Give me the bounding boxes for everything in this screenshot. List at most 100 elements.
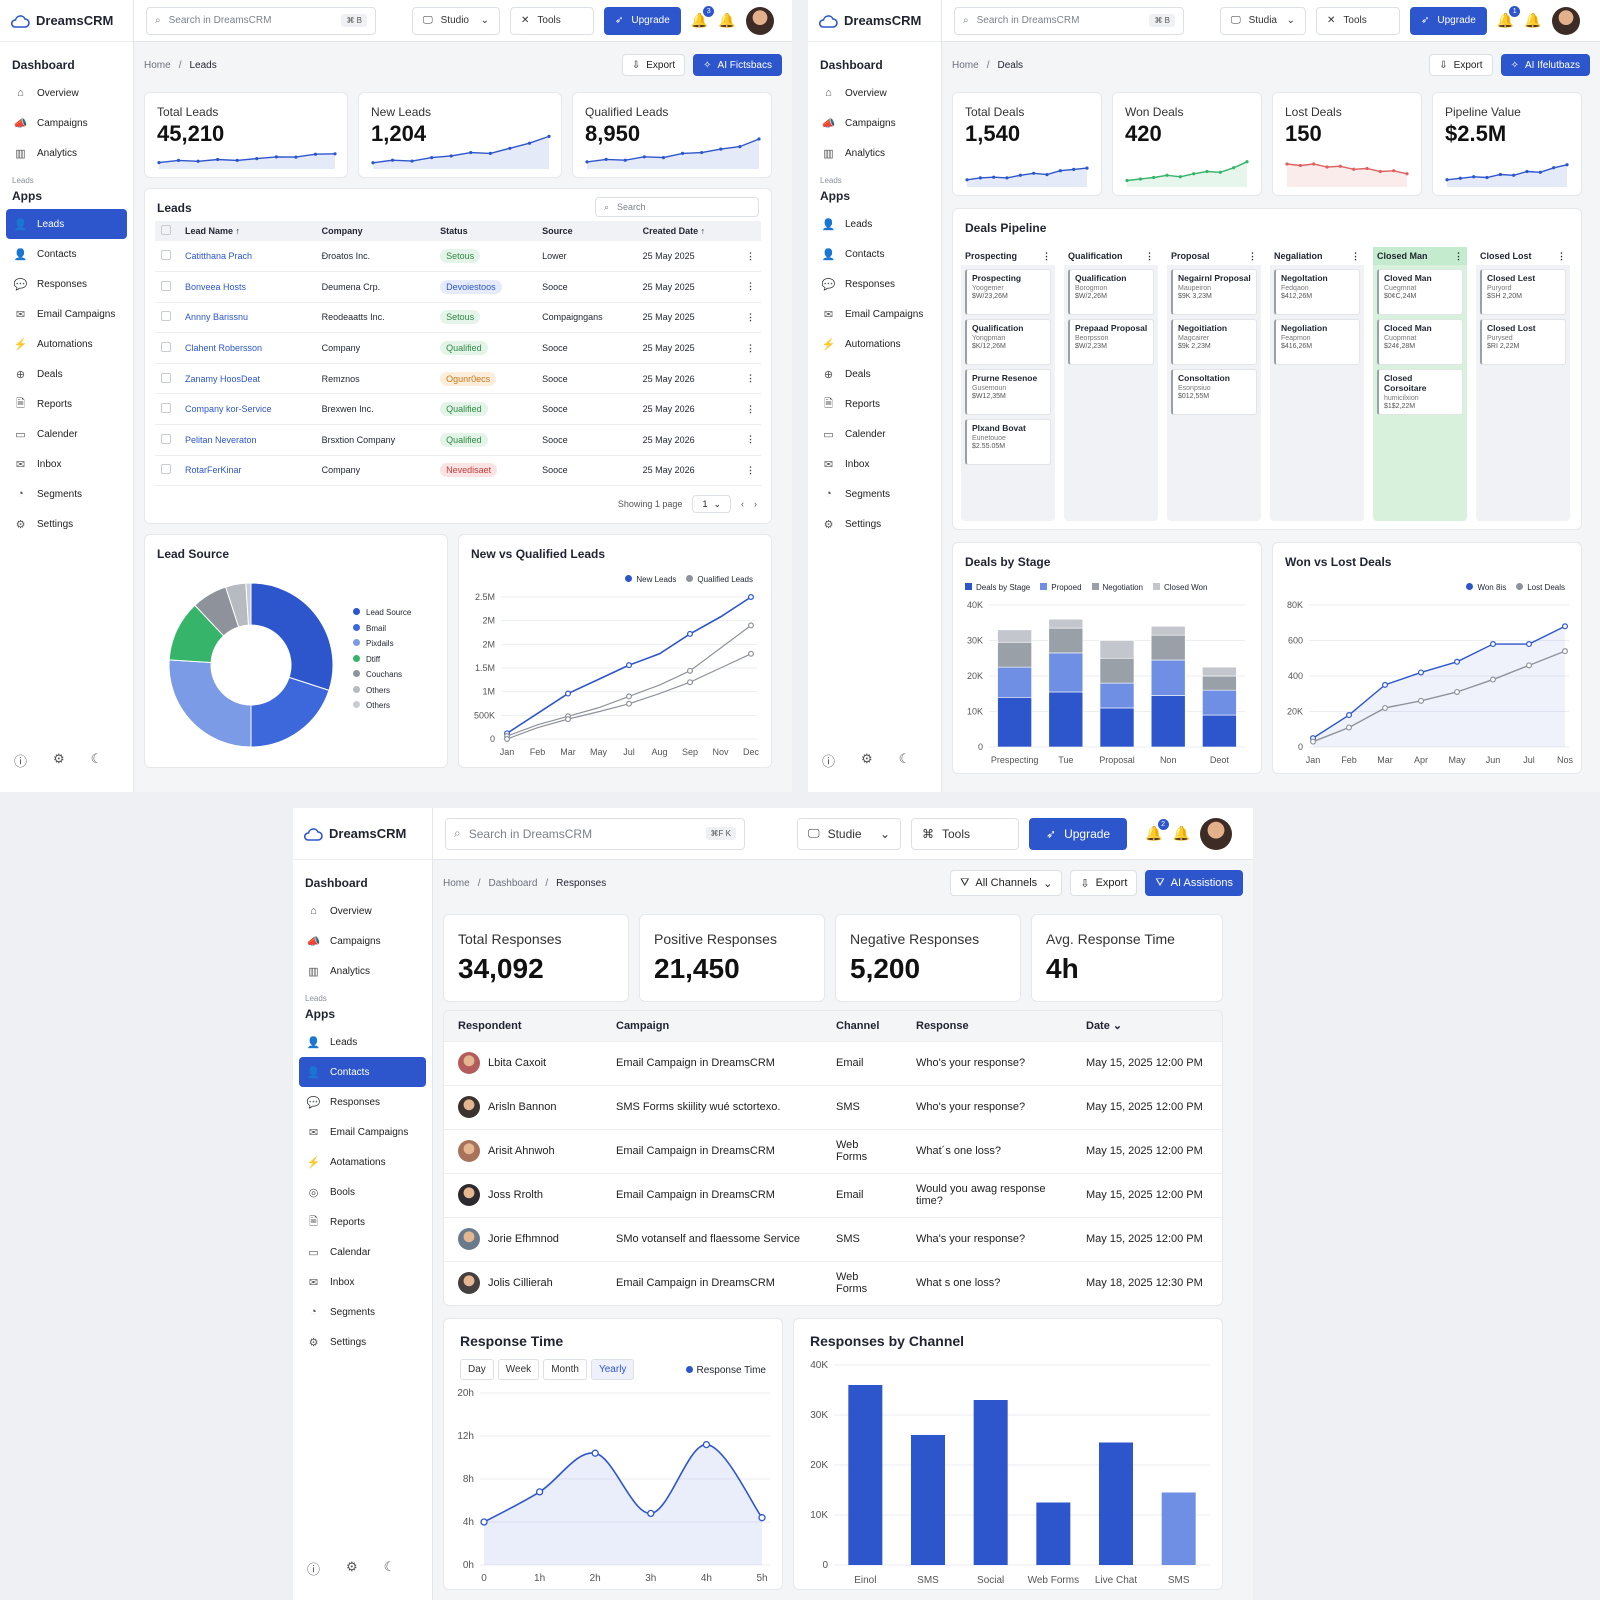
- sidebar-item-analytics[interactable]: ▥ Analytics: [6, 138, 127, 168]
- lead-name[interactable]: RotarFerKinar: [179, 455, 316, 487]
- help-icon[interactable]: ⓘ: [307, 1559, 320, 1578]
- deal-card[interactable]: Prospecting Yoogemer $W/23,26M: [965, 269, 1051, 315]
- sidebar-item-automations[interactable]: ⚡ Automations: [6, 329, 127, 359]
- respondent-name[interactable]: Joss Rrolth: [488, 1189, 543, 1201]
- tab-day[interactable]: Day: [460, 1359, 494, 1380]
- sidebar-item-calendar[interactable]: ▭ Calender: [814, 419, 935, 449]
- row-checkbox-cell[interactable]: [155, 302, 179, 334]
- more-vertical-icon[interactable]: ⋮: [740, 302, 761, 334]
- row-checkbox-cell[interactable]: [155, 363, 179, 395]
- sidebar-item-reports[interactable]: 🗎 Reports: [814, 389, 935, 419]
- more-vertical-icon[interactable]: ⋮: [740, 271, 761, 303]
- breadcrumb-home[interactable]: Home: [952, 60, 979, 71]
- brand[interactable]: DreamsCRM: [293, 808, 432, 860]
- avatar[interactable]: [745, 6, 774, 35]
- page-select[interactable]: 1 ⌄: [692, 495, 731, 513]
- sidebar-item-responses[interactable]: 💬 Responses: [814, 269, 935, 299]
- lead-name[interactable]: Zanamy HoosDeat: [179, 363, 316, 395]
- row-checkbox-cell[interactable]: [155, 424, 179, 456]
- col-created-date[interactable]: Created Date ↑: [636, 221, 740, 241]
- col-campaign[interactable]: Campaign: [602, 1011, 822, 1041]
- sidebar-item-automations[interactable]: ⚡ Automations: [814, 329, 935, 359]
- studio-select[interactable]: 🖵 Studie ⌄: [797, 817, 901, 850]
- table-row[interactable]: Arisit Ahnwoh Email Campaign in DreamsCRM…: [444, 1128, 1222, 1173]
- upgrade-button[interactable]: ➶ Upgrade: [1410, 6, 1487, 35]
- row-checkbox-cell[interactable]: [155, 241, 179, 273]
- table-row[interactable]: Catitthana Prach Ðroatos Inc. Setous Lower 2…: [155, 241, 761, 273]
- select-all-checkbox[interactable]: [155, 221, 179, 241]
- sidebar-item-deals[interactable]: ⊕ Deals: [814, 359, 935, 389]
- sidebar-item-segments[interactable]: ◔ Segments: [6, 479, 127, 509]
- respondent-name[interactable]: Arisit Ahnwoh: [488, 1145, 555, 1157]
- table-row[interactable]: Annny Barissnu Reodeaatts Inc. Setous Compa…: [155, 302, 761, 334]
- deal-card[interactable]: Plxand Bovat Eunetouoe $2.55.05M: [965, 419, 1051, 465]
- more-vertical-icon[interactable]: ⋮: [1042, 251, 1051, 262]
- export-button[interactable]: ⇩ Export: [1429, 54, 1493, 76]
- col-respondent[interactable]: Respondent: [444, 1011, 602, 1041]
- bell-icon[interactable]: 🔔: [718, 12, 735, 29]
- col-source[interactable]: Source: [536, 221, 637, 241]
- sidebar-item-tools[interactable]: ◎ Bools: [299, 1177, 426, 1207]
- sidebar-item-campaigns[interactable]: 📣 Campaigns: [814, 108, 935, 138]
- sidebar-item-analytics[interactable]: ▥ Analytics: [814, 138, 935, 168]
- deal-card[interactable]: Negoitiation Magcairer $9k 2,23M: [1171, 319, 1257, 365]
- checkbox[interactable]: [161, 280, 171, 291]
- table-row[interactable]: Zanamy HoosDeat Remznos Ogunr0ecs Sooce 25 M…: [155, 363, 761, 395]
- table-row[interactable]: Joss Rrolth Email Campaign in DreamsCRM Em…: [444, 1172, 1222, 1217]
- table-row[interactable]: Lbita Caxoit Email Campaign in DreamsCRM E…: [444, 1040, 1222, 1085]
- sidebar-item-leads[interactable]: 👤 Leads: [299, 1027, 426, 1057]
- more-vertical-icon[interactable]: ⋮: [740, 424, 761, 456]
- more-vertical-icon[interactable]: ⋮: [740, 241, 761, 273]
- search-input[interactable]: ⌕ Search in DreamsCRM ⌘F K: [445, 817, 745, 850]
- sidebar-item-responses[interactable]: 💬 Responses: [299, 1087, 426, 1117]
- help-icon[interactable]: ⓘ: [14, 751, 27, 770]
- deal-card[interactable]: Consoltation Esonpsiuo $012,55M: [1171, 369, 1257, 415]
- checkbox[interactable]: [161, 403, 171, 414]
- sidebar-item-deals[interactable]: ⊕ Deals: [6, 359, 127, 389]
- sidebar-item-reports[interactable]: 🗎 Reports: [299, 1207, 426, 1237]
- studio-select[interactable]: 🖵 Studio ⌄: [412, 6, 500, 35]
- more-vertical-icon[interactable]: ⋮: [1557, 251, 1566, 262]
- export-button[interactable]: ⇩ Export: [621, 54, 686, 76]
- gear-icon[interactable]: ⚙: [53, 751, 65, 770]
- col-company[interactable]: Company: [315, 221, 435, 241]
- export-button[interactable]: ⇩ Export: [1070, 870, 1138, 896]
- deal-card[interactable]: Qualification Yongpman $K/12,26M: [965, 319, 1051, 365]
- sidebar-item-settings[interactable]: ⚙ Settings: [6, 509, 127, 539]
- table-row[interactable]: Clahent Robersson Company Qualified Sooce 25…: [155, 332, 761, 364]
- more-vertical-icon[interactable]: ⋮: [1248, 251, 1257, 262]
- deal-card[interactable]: Closed Lest Puryord $SH 2,20M: [1480, 269, 1566, 315]
- chevron-left-icon[interactable]: ‹: [741, 499, 744, 509]
- sidebar-item-responses[interactable]: 💬 Responses: [6, 269, 127, 299]
- respondent-name[interactable]: Jorie Efhmnod: [488, 1233, 559, 1245]
- search-input[interactable]: ⌕ Search in DreamsCRM ⌘ B: [954, 6, 1184, 35]
- sidebar-item-calendar[interactable]: ▭ Calender: [6, 419, 127, 449]
- more-vertical-icon[interactable]: ⋮: [740, 393, 761, 426]
- respondent-name[interactable]: Jolis Cillierah: [488, 1277, 553, 1289]
- bell-icon[interactable]: 🔔: [1524, 12, 1541, 29]
- sidebar-item-segments[interactable]: ◔ Segments: [814, 479, 935, 509]
- deal-card[interactable]: Closed Lost Purysed $RI 2,22M: [1480, 319, 1566, 365]
- sidebar-item-inbox[interactable]: ✉ Inbox: [299, 1267, 426, 1297]
- deal-card[interactable]: Qualification Borogmon $W/2,26M: [1068, 269, 1154, 315]
- table-row[interactable]: Jolis Cillierah Email Campaign in DreamsC…: [444, 1260, 1222, 1305]
- tools-button[interactable]: ✕ Tools: [1316, 6, 1400, 35]
- gear-icon[interactable]: ⚙: [861, 751, 873, 770]
- moon-icon[interactable]: ☾: [91, 751, 103, 770]
- sidebar-item-leads[interactable]: 👤 Leads: [6, 209, 127, 239]
- deal-card[interactable]: Negairnl Proposal Maupeiron $9K 3,23M: [1171, 269, 1257, 315]
- sidebar-item-settings[interactable]: ⚙ Settings: [814, 509, 935, 539]
- more-vertical-icon[interactable]: ⋮: [1454, 251, 1463, 262]
- sidebar-item-email-campaigns[interactable]: ✉ Email Campaigns: [814, 299, 935, 329]
- table-row[interactable]: Pelitan Neveraton Brsxtion Company Qualifi…: [155, 424, 761, 456]
- brand[interactable]: DreamsCRM: [0, 0, 133, 42]
- deal-card[interactable]: Prepaad Proposal Beorpsson $W/2,23M: [1068, 319, 1154, 365]
- lead-name[interactable]: Clahent Robersson: [179, 332, 316, 364]
- lead-name[interactable]: Bonveea Hosts: [179, 271, 316, 303]
- col-channel[interactable]: Channel: [822, 1011, 902, 1041]
- lead-name[interactable]: Pelitan Neveraton: [179, 424, 316, 456]
- sidebar-item-settings[interactable]: ⚙ Settings: [299, 1327, 426, 1357]
- col-response[interactable]: Response: [902, 1011, 1072, 1041]
- checkbox[interactable]: [161, 311, 171, 322]
- tools-button[interactable]: ⌘ Tools: [911, 817, 1019, 850]
